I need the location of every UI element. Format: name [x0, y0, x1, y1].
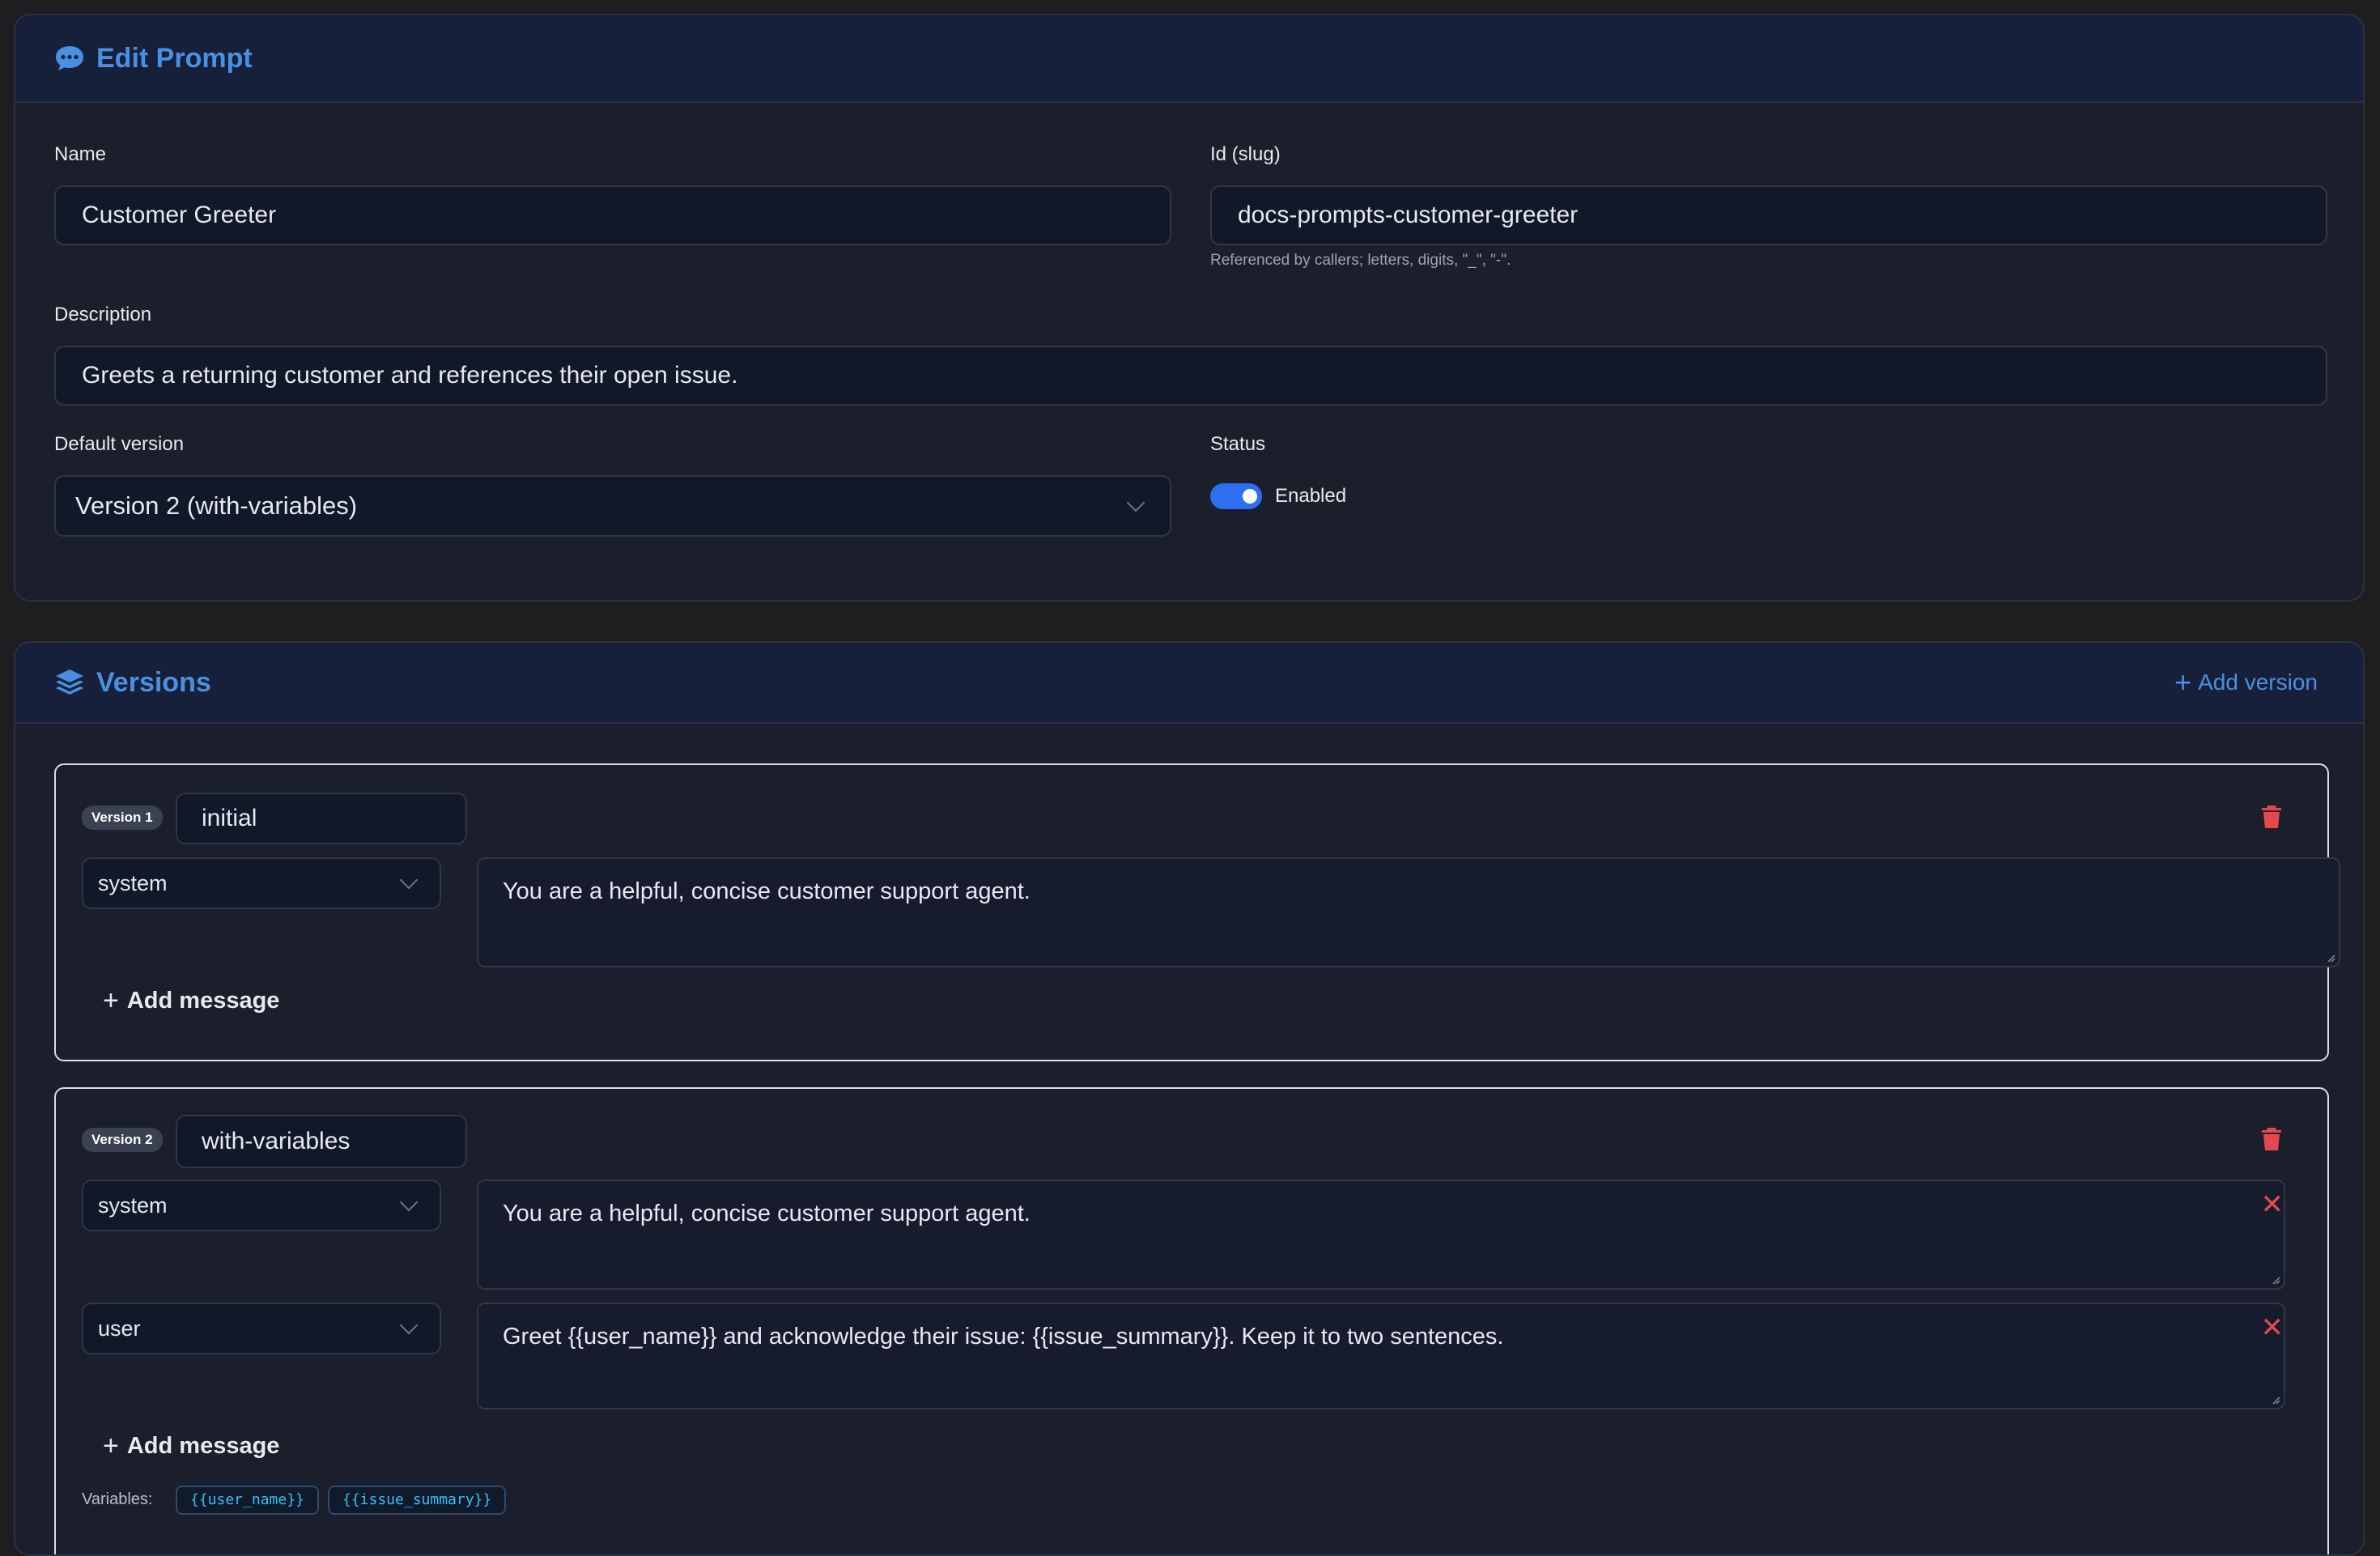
- version-name-value: with-variables: [202, 1128, 351, 1154]
- message-content-value: You are a helpful, concise customer supp…: [503, 878, 1031, 904]
- edit-prompt-title: Edit Prompt: [96, 42, 253, 74]
- name-input-value: Customer Greeter: [82, 202, 277, 228]
- layers-icon: [54, 668, 85, 697]
- id-slug-input-value: docs-prompts-customer-greeter: [1238, 202, 1579, 228]
- version-badge: Version 1: [82, 806, 163, 830]
- add-version-label: Add version: [2198, 670, 2318, 695]
- version-card: Version 2 with-variables system You are …: [54, 1087, 2329, 1554]
- role-select[interactable]: user: [82, 1303, 441, 1354]
- remove-message-close-icon[interactable]: ✕: [2261, 1314, 2284, 1341]
- variable-pill: {{user_name}}: [176, 1486, 319, 1515]
- plus-icon: +: [103, 1431, 119, 1461]
- status-value: Enabled: [1275, 485, 1347, 507]
- description-label: Description: [54, 304, 152, 325]
- chevron-down-icon: [399, 870, 419, 890]
- plus-icon: +: [2174, 665, 2192, 699]
- version-name-input[interactable]: with-variables: [176, 1115, 467, 1168]
- trash-icon[interactable]: [2261, 1126, 2282, 1156]
- edit-prompt-card: Edit Prompt Name Customer Greeter Id (sl…: [14, 14, 2365, 602]
- version-card: Version 1 initial system You are a helpf…: [54, 763, 2340, 1061]
- role-select[interactable]: system: [82, 1180, 441, 1231]
- variables-label: Variables:: [82, 1490, 153, 1508]
- trash-icon[interactable]: [2261, 804, 2282, 834]
- add-message-label: Add message: [126, 988, 280, 1014]
- id-label: Id (slug): [1210, 143, 1281, 165]
- add-version-button[interactable]: + Add version: [2174, 665, 2318, 699]
- message-content-value: You are a helpful, concise customer supp…: [503, 1201, 1031, 1227]
- default-version-select-value: Version 2 (with-variables): [75, 491, 358, 520]
- add-message-button[interactable]: + Add message: [103, 1431, 279, 1462]
- description-input-value: Greets a returning customer and referenc…: [82, 362, 738, 389]
- chevron-down-icon: [1126, 493, 1145, 512]
- version-badge: Version 2: [82, 1128, 163, 1152]
- resize-handle-icon[interactable]: [2271, 1275, 2280, 1285]
- edit-prompt-header: Edit Prompt: [15, 15, 2363, 103]
- status-toggle-knob: [1243, 489, 1257, 504]
- resize-handle-icon[interactable]: [2326, 953, 2335, 963]
- status-label: Status: [1210, 433, 1266, 455]
- message-content-textarea[interactable]: You are a helpful, concise customer supp…: [477, 1180, 2285, 1290]
- plus-icon: +: [103, 985, 119, 1016]
- versions-title: Versions: [96, 666, 211, 698]
- name-label: Name: [54, 143, 107, 165]
- description-input[interactable]: Greets a returning customer and referenc…: [54, 346, 2327, 406]
- variable-pill: {{issue_summary}}: [328, 1486, 507, 1515]
- role-select-value: system: [98, 870, 168, 895]
- message-content-textarea[interactable]: You are a helpful, concise customer supp…: [477, 857, 2340, 967]
- role-select[interactable]: system: [82, 857, 441, 909]
- message-content-value: Greet {{user_name}} and acknowledge thei…: [503, 1324, 1504, 1350]
- status-toggle[interactable]: [1210, 483, 1262, 509]
- resize-handle-icon[interactable]: [2271, 1395, 2280, 1405]
- chat-icon: [54, 45, 85, 72]
- add-message-label: Add message: [126, 1433, 280, 1459]
- versions-card: Versions + Add version Version 1 initial…: [14, 641, 2365, 1556]
- chevron-down-icon: [399, 1316, 419, 1335]
- default-version-select[interactable]: Version 2 (with-variables): [54, 475, 1171, 537]
- message-content-textarea[interactable]: Greet {{user_name}} and acknowledge thei…: [477, 1303, 2285, 1409]
- version-name-value: initial: [202, 805, 257, 831]
- versions-header: Versions + Add version: [15, 643, 2363, 724]
- remove-message-close-icon[interactable]: ✕: [2261, 1191, 2284, 1218]
- add-message-button[interactable]: + Add message: [103, 985, 279, 1017]
- role-select-value: user: [98, 1316, 141, 1341]
- default-version-label: Default version: [54, 433, 185, 455]
- id-help-text: Referenced by callers; letters, digits, …: [1210, 252, 1511, 269]
- name-input[interactable]: Customer Greeter: [54, 185, 1171, 245]
- version-name-input[interactable]: initial: [176, 793, 467, 844]
- role-select-value: system: [98, 1193, 168, 1218]
- id-slug-input[interactable]: docs-prompts-customer-greeter: [1210, 185, 2327, 245]
- chevron-down-icon: [399, 1193, 419, 1212]
